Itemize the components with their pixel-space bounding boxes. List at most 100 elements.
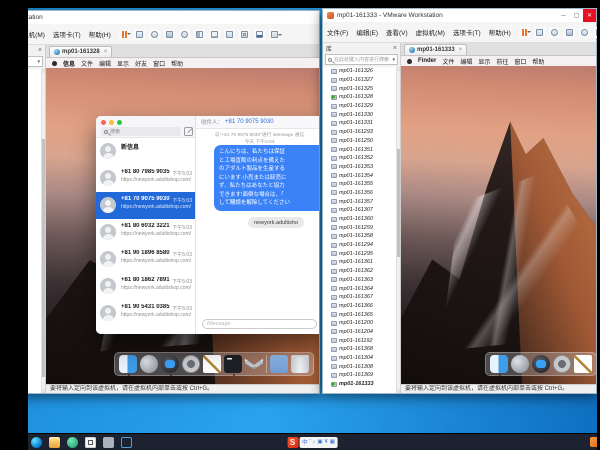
vmware-menu-item[interactable]: 虚拟机(M) xyxy=(416,27,445,37)
sogou-ime-icon[interactable]: S xyxy=(287,437,298,448)
taskbar-app-green-icon[interactable] xyxy=(67,437,78,448)
messages-dock-icon[interactable] xyxy=(532,355,550,373)
scroll-up-icon[interactable] xyxy=(42,69,45,73)
conversation-row[interactable]: +81 90 1896 8580 下午5:03 https://newyork.… xyxy=(96,246,195,273)
vm-list-item[interactable]: mp01-161200 xyxy=(323,319,400,328)
macos-menu-item[interactable]: 好友 xyxy=(135,59,147,68)
revert-snapshot-button[interactable] xyxy=(549,27,560,38)
scroll-up-icon[interactable] xyxy=(397,67,400,71)
macos-menu-item[interactable]: 文件 xyxy=(442,57,454,66)
system-preferences-dock-icon[interactable] xyxy=(182,355,200,373)
message-input[interactable]: iMessage xyxy=(202,319,317,329)
window-titlebar[interactable]: mp01-161328 - VMware Workstation xyxy=(28,11,319,24)
vmware-menu-item[interactable]: 文件(F) xyxy=(327,27,348,37)
ime-status-icon[interactable]: ' xyxy=(310,439,311,445)
macos-menu-item[interactable]: 前往 xyxy=(496,57,508,66)
ime-status-icon[interactable]: ↓ xyxy=(313,439,316,445)
conversation-row[interactable]: +81 80 1862 7891 下午5:03 https://newyork.… xyxy=(96,273,195,300)
launchpad-dock-icon[interactable] xyxy=(511,355,529,373)
display-settings-button[interactable] xyxy=(269,29,280,40)
dock-separator[interactable] xyxy=(266,355,267,373)
vm-list-item[interactable]: mp01-161325 xyxy=(323,84,400,93)
vm-list-item[interactable]: mp01-161329 xyxy=(323,102,400,111)
vm-list-item[interactable]: mp01-161366 xyxy=(323,302,400,311)
vm-list-item[interactable]: mp01-161192 xyxy=(323,336,400,345)
macos-app-menu[interactable]: 信息 xyxy=(63,59,75,68)
scroll-down-icon[interactable] xyxy=(42,389,45,393)
macos-app-menu[interactable]: Finder xyxy=(418,58,436,64)
manage-snapshots-button[interactable] xyxy=(179,29,190,40)
conversation-row[interactable]: 新信息 xyxy=(96,138,195,165)
vm-list-item[interactable]: mp01-161362 xyxy=(323,267,400,276)
vm-screen-left[interactable]: 信息 文件编辑显示好友窗口帮助 xyxy=(46,58,319,384)
macos-menu-item[interactable]: 帮助 xyxy=(171,59,183,68)
vm-list-item[interactable]: mp01-161365 xyxy=(323,310,400,319)
tab-close-icon[interactable]: × xyxy=(104,49,108,55)
revert-snapshot-button[interactable] xyxy=(149,29,160,40)
vmware-menu-item[interactable]: 帮助(H) xyxy=(89,29,111,39)
system-preferences-dock-icon[interactable] xyxy=(553,355,571,373)
taskbar-app-gray-icon[interactable] xyxy=(103,437,114,448)
send-ctrl-alt-del-button[interactable] xyxy=(134,29,145,40)
tray-notification-icon[interactable] xyxy=(590,437,597,447)
vm-list-item[interactable]: mp01-161354 xyxy=(323,171,400,180)
vm-list-item[interactable]: mp01-161369 xyxy=(323,371,400,380)
fullscreen-button[interactable] xyxy=(224,29,235,40)
vm-list-item[interactable]: mp01-161308 xyxy=(323,362,400,371)
zoom-traffic-light[interactable] xyxy=(117,120,122,125)
downloads-stack-icon[interactable] xyxy=(245,355,263,373)
vm-list-item[interactable]: mp01-161327 xyxy=(323,76,400,85)
library-scrollbar[interactable] xyxy=(396,67,400,393)
vm-list-item[interactable]: mp01-161357 xyxy=(323,197,400,206)
conversation-row[interactable]: +81 70 9075 9030 下午5:03 https://newyork.… xyxy=(96,192,195,219)
launchpad-dock-icon[interactable] xyxy=(140,355,158,373)
macos-menu-item[interactable]: 窗口 xyxy=(514,57,526,66)
close-window-icon[interactable]: ✕ xyxy=(583,9,596,22)
library-toggle-button[interactable] xyxy=(194,29,205,40)
vmware-menu-item[interactable]: 选项卡(T) xyxy=(53,29,81,39)
maximize-window-icon[interactable]: ▢ xyxy=(570,9,583,22)
finder-dock-icon[interactable] xyxy=(119,355,137,373)
pause-vm-button[interactable] xyxy=(119,29,130,40)
vm-list-item[interactable]: mp01-161353 xyxy=(323,163,400,172)
apple-logo-icon[interactable] xyxy=(407,59,412,64)
macos-menu-item[interactable]: 帮助 xyxy=(532,57,544,66)
sent-link-bubble[interactable]: newyork.adultisho xyxy=(248,217,304,228)
conversation-row[interactable]: +81 90 5431 0385 下午5:03 https://newyork.… xyxy=(96,300,195,327)
ime-status-icon[interactable]: 中 xyxy=(302,438,308,446)
vm-tab[interactable]: mp01-161333 × xyxy=(404,44,467,55)
recipient-address[interactable]: +81 70 9075 9030 xyxy=(225,119,274,125)
taskbar-file-explorer-icon[interactable] xyxy=(49,437,60,448)
trash-dock-icon[interactable] xyxy=(291,355,309,373)
close-traffic-light[interactable] xyxy=(101,120,106,125)
vm-list-item[interactable]: mp01-161356 xyxy=(323,189,400,198)
send-ctrl-alt-del-button[interactable] xyxy=(534,27,545,38)
textedit-dock-icon[interactable] xyxy=(574,355,592,373)
vmware-menu-item[interactable]: 编辑(E) xyxy=(356,27,378,37)
library-close-icon[interactable]: × xyxy=(38,47,42,54)
vm-list-item[interactable]: mp01-161330 xyxy=(323,110,400,119)
search-dropdown-caret-icon[interactable]: ▾ xyxy=(37,59,40,65)
macos-menu-item[interactable]: 编辑 xyxy=(460,57,472,66)
window-titlebar[interactable]: mp01-161333 - VMware Workstation ─ ▢ ✕ xyxy=(323,9,596,22)
conversation-row[interactable]: +81 80 6032 3221 下午5:03 https://newyork.… xyxy=(96,219,195,246)
vm-list-item[interactable]: mp01-161259 xyxy=(323,223,400,232)
manage-snapshots-button[interactable] xyxy=(579,27,590,38)
tab-close-icon[interactable]: × xyxy=(459,47,463,53)
vm-list-item[interactable]: mp01-161293 xyxy=(323,128,400,137)
vm-list-item[interactable]: mp01-161307 xyxy=(323,206,400,215)
library-toggle-button[interactable] xyxy=(594,27,597,38)
vm-list-item[interactable]: mp01-161295 xyxy=(323,249,400,258)
vmware-menu-item[interactable]: 帮助(H) xyxy=(489,27,511,37)
vm-list-item[interactable]: mp01-161304 xyxy=(323,354,400,363)
vm-list-item[interactable]: mp01-161331 xyxy=(323,119,400,128)
take-snapshot-button[interactable] xyxy=(564,27,575,38)
vmware-menu-item[interactable]: 选项卡(T) xyxy=(453,27,481,37)
library-scrollbar[interactable] xyxy=(41,69,45,393)
vm-list-item[interactable]: mp01-161352 xyxy=(323,154,400,163)
taskbar-app-blue-icon[interactable] xyxy=(121,437,132,448)
taskbar-app-white-icon[interactable] xyxy=(85,437,96,448)
messages-search-input[interactable]: 搜索 xyxy=(101,127,181,136)
vm-list-item[interactable]: mp01-161358 xyxy=(323,232,400,241)
minimize-window-icon[interactable]: ─ xyxy=(557,9,570,22)
